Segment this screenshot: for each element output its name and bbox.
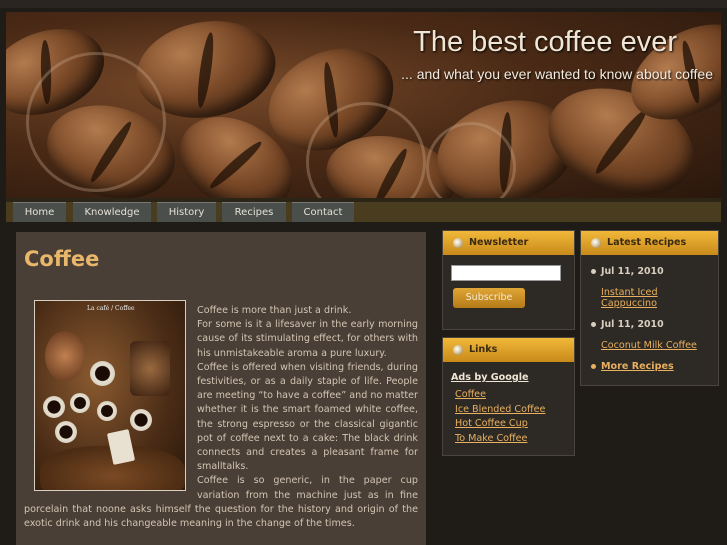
site-tagline: ... and what you ever wanted to know abo… xyxy=(401,66,713,82)
ad-link[interactable]: Hot Coffee Cup xyxy=(455,418,528,429)
nav-recipes[interactable]: Recipes xyxy=(222,202,286,222)
links-box: Links Ads by Google Coffee Ice Blended C… xyxy=(442,337,575,456)
bullet-icon xyxy=(591,322,596,327)
bullet-icon xyxy=(453,345,463,355)
main-navigation: Home Knowledge History Recipes Contact xyxy=(6,198,721,222)
recipe-date: Jul 11, 2010 xyxy=(601,266,664,277)
image-spacer xyxy=(24,304,197,490)
latest-recipes-title: Latest Recipes xyxy=(607,237,687,248)
ad-link[interactable]: To Make Coffee xyxy=(455,433,527,444)
latest-recipes-header: Latest Recipes xyxy=(581,231,718,255)
header-banner: The best coffee ever ... and what you ev… xyxy=(6,12,721,198)
links-title: Links xyxy=(469,344,498,355)
recipe-date: Jul 11, 2010 xyxy=(601,319,664,330)
bullet-icon xyxy=(591,364,596,369)
bullet-icon xyxy=(591,238,601,248)
links-header: Links xyxy=(443,338,574,362)
nav-home[interactable]: Home xyxy=(13,202,66,222)
nav-history[interactable]: History xyxy=(157,202,216,222)
bullet-icon xyxy=(591,269,596,274)
latest-recipes-box: Latest Recipes Jul 11, 2010 Instant Iced… xyxy=(580,230,719,386)
newsletter-header: Newsletter xyxy=(443,231,574,255)
recipe-link[interactable]: Coconut Milk Coffee xyxy=(601,340,697,351)
ad-link[interactable]: Coffee xyxy=(455,389,486,400)
site-title: The best coffee ever xyxy=(413,26,677,58)
newsletter-title: Newsletter xyxy=(469,237,529,248)
article-body: Coffee is more than just a drink. For so… xyxy=(24,304,418,531)
nav-knowledge[interactable]: Knowledge xyxy=(73,202,151,222)
ad-link[interactable]: Ice Blended Coffee xyxy=(455,404,545,415)
subscribe-button[interactable]: Subscribe xyxy=(453,288,525,308)
top-strip xyxy=(0,0,727,8)
email-field[interactable] xyxy=(451,265,561,281)
more-recipes-link[interactable]: More Recipes xyxy=(601,361,674,372)
recipe-link[interactable]: Instant Iced Cappuccino xyxy=(601,287,681,309)
bullet-icon xyxy=(453,238,463,248)
ads-by-google-label[interactable]: Ads by Google xyxy=(451,372,529,383)
page-title: Coffee xyxy=(24,247,100,271)
newsletter-box: Newsletter Subscribe xyxy=(442,230,575,330)
nav-contact[interactable]: Contact xyxy=(292,202,354,222)
circle-decoration xyxy=(26,52,166,192)
main-content: Coffee La café / Coffee Coffee is more t… xyxy=(16,232,426,545)
